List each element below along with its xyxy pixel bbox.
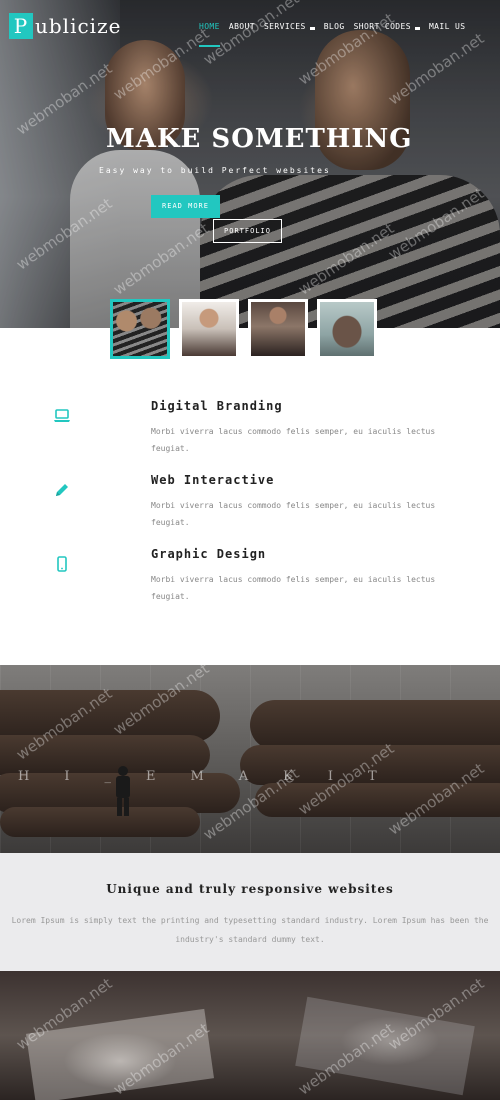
slider-thumb-4[interactable] xyxy=(317,299,377,359)
service-item: Digital Branding Morbi viverra lacus com… xyxy=(0,380,500,454)
nav-blog[interactable]: BLOG xyxy=(324,22,345,31)
dropdown-caret-icon xyxy=(309,26,315,30)
service-title: Graphic Design xyxy=(151,547,267,561)
hero-subtitle: Easy way to build Perfect websites xyxy=(99,166,331,175)
service-desc: Morbi viverra lacus commodo felis semper… xyxy=(151,427,436,453)
service-desc: Morbi viverra lacus commodo felis semper… xyxy=(151,501,436,527)
nav-about[interactable]: ABOUT xyxy=(229,22,255,31)
businessman-figure xyxy=(116,766,130,816)
dropdown-caret-icon xyxy=(414,26,420,30)
service-title: Digital Branding xyxy=(151,399,283,413)
service-title: Web Interactive xyxy=(151,473,275,487)
banner-title: Unique and truly responsive websites xyxy=(106,882,394,896)
slider-thumbnails xyxy=(110,299,386,359)
responsive-banner: Unique and truly responsive websites Lor… xyxy=(0,853,500,971)
service-desc: Morbi viverra lacus commodo felis semper… xyxy=(151,575,436,601)
logo-text: ublicize xyxy=(35,14,122,38)
main-nav: HOME ABOUT SERVICES BLOG SHORT CODES MAI… xyxy=(199,22,474,47)
services-section: Digital Branding Morbi viverra lacus com… xyxy=(0,380,500,660)
service-item: Graphic Design Morbi viverra lacus commo… xyxy=(0,528,500,602)
hero-section: P ublicize HOME ABOUT SERVICES BLOG SHOR… xyxy=(0,0,500,328)
nav-services[interactable]: SERVICES xyxy=(264,22,315,31)
slider-thumb-1[interactable] xyxy=(110,299,170,359)
read-more-button[interactable]: READ MORE xyxy=(151,195,220,218)
portfolio-button[interactable]: PORTFOLIO xyxy=(213,219,282,243)
nav-home[interactable]: HOME xyxy=(199,22,220,47)
laptop-icon xyxy=(52,406,72,426)
bottom-image-section xyxy=(0,971,500,1100)
pencil-icon xyxy=(52,480,72,500)
mobile-icon xyxy=(52,554,72,574)
nav-mail-us[interactable]: MAIL US xyxy=(429,22,466,31)
parallax-hands-section: HI_EMAKIT xyxy=(0,665,500,853)
hero-title: MAKE SOMETHING xyxy=(106,124,413,154)
service-item: Web Interactive Morbi viverra lacus comm… xyxy=(0,454,500,528)
site-logo[interactable]: P ublicize xyxy=(9,13,121,39)
banner-text: Lorem Ipsum is simply text the printing … xyxy=(11,916,489,944)
logo-initial: P xyxy=(9,13,33,39)
section-ghost-text: HI_EMAKIT xyxy=(18,769,412,784)
hand-right xyxy=(250,700,500,750)
slider-thumb-3[interactable] xyxy=(248,299,308,359)
slider-thumb-2[interactable] xyxy=(179,299,239,359)
nav-short-codes[interactable]: SHORT CODES xyxy=(354,22,420,31)
